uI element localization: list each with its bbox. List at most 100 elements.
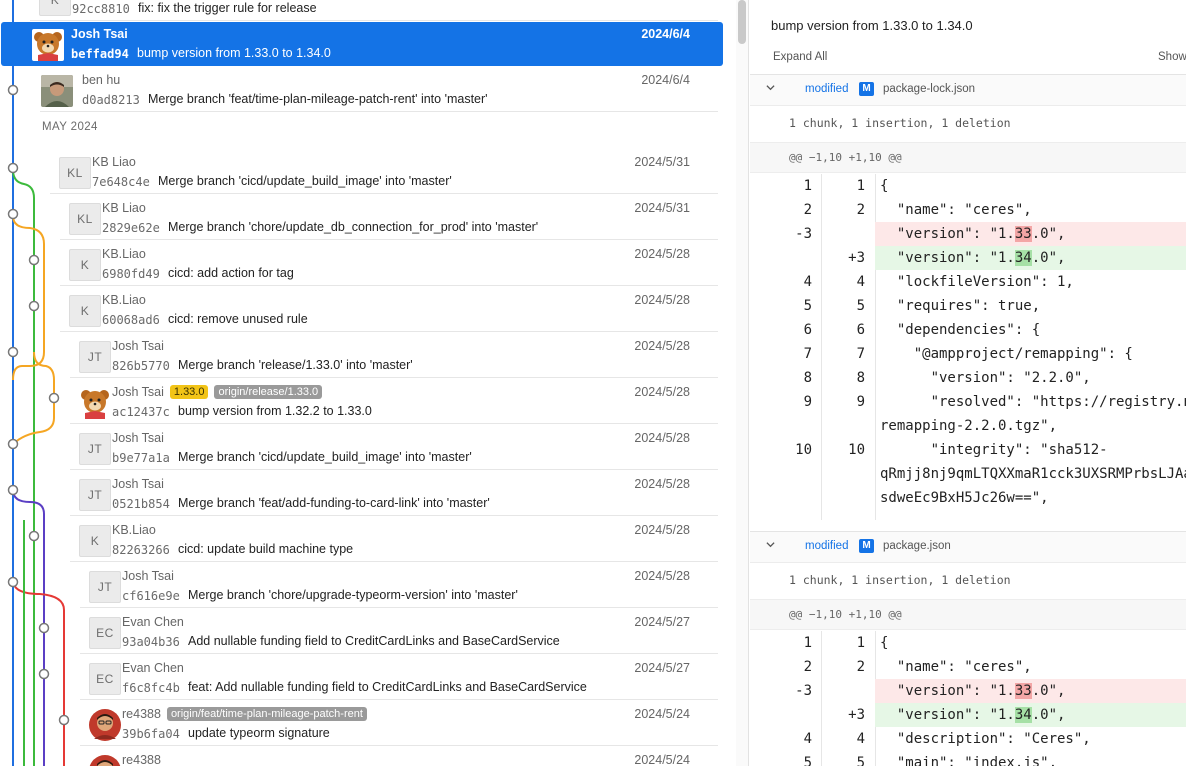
line-text-pre: "version": "1. <box>880 250 1015 266</box>
old-line-number: 2 <box>803 659 812 675</box>
commit-row[interactable]: K KB.Liao 2024/5/28 60068ad6 cicd: remove un… <box>60 288 718 332</box>
author-name: Evan Chen <box>122 615 184 629</box>
line-text: "name": "ceres", <box>880 202 1032 218</box>
commit-message: feat: Add nullable funding field to Cred… <box>188 680 587 694</box>
commit-hash: 6980fd49 <box>102 267 160 281</box>
avatar-initials: EC <box>96 626 114 640</box>
chevron-down-icon[interactable] <box>766 540 775 549</box>
author-name: KB Liao <box>92 155 136 169</box>
line-text: { <box>880 178 889 194</box>
line-text-pre: "version": "1. <box>880 707 1015 723</box>
commit-date: 2024/5/28 <box>634 569 690 583</box>
commit-rows: K K 92cc8810 fix: fix the trigger rule for … <box>0 0 735 766</box>
author-name: KB.Liao <box>102 293 146 307</box>
modified-badge: M <box>859 539 874 553</box>
commit-row[interactable]: re4388 origin/feat/time-plan-mileage-patc… <box>80 702 718 746</box>
author-name: Josh Tsai <box>112 385 164 399</box>
commit-date: 2024/5/28 <box>634 477 690 491</box>
commit-row[interactable]: JT Josh Tsai 2024/5/28 cf616e9e Merge branch… <box>80 564 718 608</box>
hunk-header: @@ −1,10 +1,10 @@ <box>750 599 1186 630</box>
deleted-line: -3 "version": "1.33.0", <box>750 222 1186 246</box>
author-avatar: K <box>69 249 101 281</box>
commit-row[interactable]: JT Josh Tsai 2024/5/28 826b5770 Merge branch… <box>70 334 718 378</box>
commit-date: 2024/5/28 <box>634 431 690 445</box>
code-line: 7 7 "@ampproject/remapping": { <box>750 342 1186 366</box>
line-text: "integrity": "sha512- <box>880 442 1108 458</box>
commit-author: re4388 <box>122 753 161 766</box>
commit-message: Merge branch 'chore/upgrade-typeorm-vers… <box>188 588 518 602</box>
commit-author: KB.Liao <box>102 293 146 307</box>
vertical-scrollbar[interactable] <box>736 0 749 766</box>
old-line-number: 8 <box>803 370 812 386</box>
row-divider <box>40 111 718 112</box>
commit-row[interactable]: Josh Tsai 2024/6/4 beffad94 bump version fr… <box>1 22 723 66</box>
old-line-number: 10 <box>795 442 812 458</box>
author-avatar: K <box>79 525 111 557</box>
file-header[interactable]: modified Mpackage.json <box>750 531 1186 563</box>
new-line-number: 6 <box>856 322 865 338</box>
line-text: "lockfileVersion": 1, <box>880 274 1074 290</box>
chunk-summary: 1 chunk, 1 insertion, 1 deletion <box>789 116 1011 130</box>
commit-hash: 92cc8810 <box>72 2 130 16</box>
commit-hash: 39b6fa04 <box>122 727 180 741</box>
commit-date: 2024/5/27 <box>634 661 690 675</box>
deleted-line: -3 "version": "1.33.0", <box>750 679 1186 703</box>
commit-date: 2024/6/4 <box>641 73 690 87</box>
commit-row[interactable]: JT Josh Tsai 2024/5/28 b9e77a1a Merge branch… <box>70 426 718 470</box>
changed-chars: 33 <box>1014 683 1032 699</box>
author-avatar: JT <box>79 433 111 465</box>
row-divider <box>50 193 718 194</box>
line-text: "resolved": "https://registry.n <box>880 394 1186 410</box>
commit-hash: 2829e62e <box>102 221 160 235</box>
code-line: 5 5 "requires": true, <box>750 294 1186 318</box>
commit-message: cicd: update build machine type <box>178 542 354 556</box>
expand-all-button[interactable]: Expand All <box>773 51 827 63</box>
line-text-pre: "version": "1. <box>880 226 1015 242</box>
commit-row[interactable]: KL KB Liao 2024/5/31 2829e62e Merge branch '… <box>60 196 718 240</box>
commit-author: KB Liao <box>92 155 136 169</box>
commit-row[interactable]: ben hu 2024/6/4 d0ad8213 Merge branch 'feat… <box>40 68 718 112</box>
commit-row[interactable]: K KB.Liao 2024/5/28 82263266 cicd: update bu… <box>70 518 718 562</box>
commit-message: bump version from 1.32.2 to 1.33.0 <box>178 404 372 418</box>
commit-date: 2024/5/27 <box>634 615 690 629</box>
chevron-down-icon[interactable] <box>766 83 775 92</box>
line-text: "description": "Ceres", <box>880 731 1091 747</box>
line-text: { <box>880 635 889 651</box>
new-line-number: 1 <box>856 178 865 194</box>
author-avatar: KL <box>59 157 91 189</box>
changed-chars: 33 <box>1014 226 1032 242</box>
file-header[interactable]: modified Mpackage-lock.json <box>750 74 1186 106</box>
show-button[interactable]: Show <box>1158 51 1186 63</box>
commit-author: Josh Tsai <box>112 339 164 353</box>
author-name: ben hu <box>82 73 121 87</box>
author-name: Josh Tsai <box>122 569 174 583</box>
commit-row[interactable]: EC Evan Chen 2024/5/27 93a04b36 Add nullable… <box>80 610 718 654</box>
commit-row[interactable]: KK92cc8810fix: fix the trigger rule for … <box>30 0 718 21</box>
code-line: 10 10 "integrity": "sha512- <box>750 438 1186 462</box>
diff-commit-title: bump version from 1.33.0 to 1.34.0 <box>771 18 973 33</box>
commit-row[interactable]: Josh Tsai 1.33.0 origin/release/1.33.0 2024… <box>70 380 718 424</box>
commit-date: 2024/5/28 <box>634 247 690 261</box>
line-text-post: .0", <box>1031 250 1066 266</box>
author-avatar: JT <box>79 479 111 511</box>
new-line-number: 4 <box>856 731 865 747</box>
commit-row[interactable]: KL KB Liao 2024/5/31 7e648c4e Merge branch '… <box>50 150 718 194</box>
author-name: Josh Tsai <box>112 339 164 353</box>
commit-row[interactable]: EC Evan Chen 2024/5/27 f6c8fc4b feat: Add nu… <box>80 656 718 700</box>
commit-message: update typeorm signature <box>188 726 330 740</box>
photo-avatar <box>41 75 73 107</box>
row-divider <box>80 653 718 654</box>
commit-row[interactable]: K KB.Liao 2024/5/28 6980fd49 cicd: add actio… <box>60 242 718 286</box>
code-line: 4 4 "description": "Ceres", <box>750 727 1186 751</box>
commit-row[interactable]: JT Josh Tsai 2024/5/28 0521b854 Merge branch… <box>70 472 718 516</box>
commit-author: Josh Tsai 1.33.0 origin/release/1.33.0 <box>112 385 323 399</box>
chunk-summary: 1 chunk, 1 insertion, 1 deletion <box>789 573 1011 587</box>
commit-hash: b9e77a1a <box>112 451 170 465</box>
commit-row[interactable]: re4388 2024/5/24 <box>80 748 718 766</box>
old-line-number: 5 <box>803 755 812 766</box>
line-text: "version": "1.33.0", <box>880 679 1065 703</box>
commit-message: Merge branch 'cicd/update_build_image' i… <box>158 174 452 188</box>
scrollbar-thumb[interactable] <box>738 0 746 44</box>
commit-date: 2024/5/31 <box>634 201 690 215</box>
code-line: 9 9 "resolved": "https://registry.n <box>750 390 1186 414</box>
